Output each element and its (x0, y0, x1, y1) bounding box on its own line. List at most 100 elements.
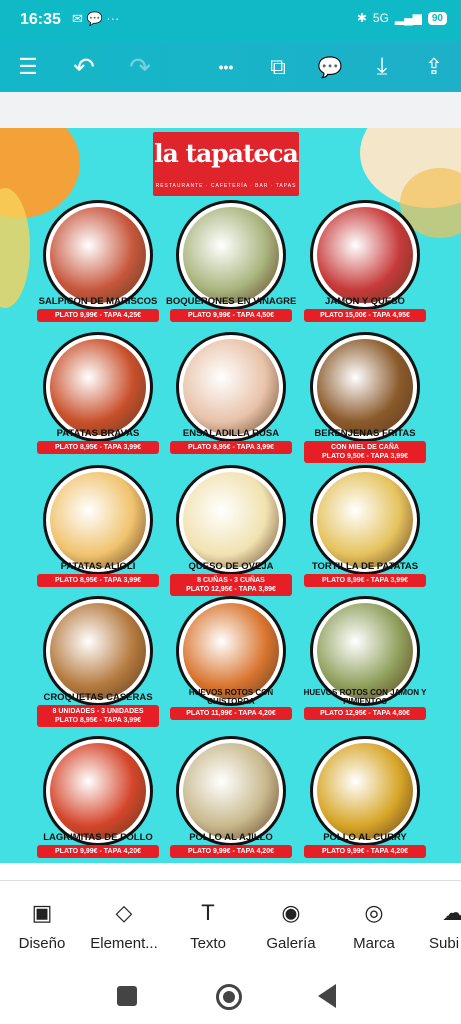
duplicate-page-button[interactable]: ⧉ (262, 52, 294, 82)
dish-photo (310, 465, 420, 575)
dish-item[interactable]: PATATAS ALIOLI PLATO 8,95€ - TAPA 3,99€ (33, 465, 163, 587)
dish-price-line: PLATO 9,50€ - TAPA 3,99€ (322, 453, 408, 460)
more-options-button[interactable]: ••• (210, 52, 242, 82)
dish-price-line: PLATO 12,95€ - TAPA 4,80€ (320, 710, 410, 717)
dish-photo (310, 736, 420, 846)
dish-photo-fill (317, 743, 413, 839)
dish-item[interactable]: QUESO DE OVEJA 8 CUÑAS - 3 CUÑAS PLATO 12,… (166, 465, 296, 596)
dish-price-line: 8 CUÑAS - 3 CUÑAS (197, 577, 265, 584)
dish-photo (43, 596, 153, 706)
dish-price-line: PLATO 9,99€ - TAPA 4,20€ (322, 848, 408, 855)
dish-price-line: PLATO 15,00€ - TAPA 4,95€ (320, 312, 410, 319)
tool-icon: ◉ (281, 900, 301, 925)
dish-photo-fill (50, 207, 146, 303)
dish-price-line: 8 UNIDADES - 3 UNIDADES (52, 708, 144, 715)
canvas-margin (0, 92, 461, 128)
dish-item[interactable]: BOQUERONES EN VINAGRE PLATO 9,99€ - TAPA … (166, 200, 296, 322)
dish-photo (176, 465, 286, 575)
home-dot-icon (223, 991, 235, 1003)
dish-price-tag: PLATO 8,95€ - TAPA 3,99€ (170, 441, 292, 454)
dish-photo-fill (317, 472, 413, 568)
signal-icon: ▂▄▆ (394, 11, 422, 25)
tool-galería[interactable]: ◉ Galería (246, 899, 336, 952)
dish-item[interactable]: ENSALADILLA RUSA PLATO 8,95€ - TAPA 3,99€ (166, 332, 296, 454)
tool-diseño[interactable]: ▣ Diseño (0, 899, 87, 952)
dish-photo (43, 332, 153, 442)
dish-item[interactable]: PATATAS BRAVAS PLATO 8,95€ - TAPA 3,99€ (33, 332, 163, 454)
dish-item[interactable]: CROQUETAS CASERAS 8 UNIDADES - 3 UNIDADES… (33, 596, 163, 727)
undo-button[interactable]: ↶ (68, 52, 100, 82)
redo-button[interactable]: ↷ (124, 52, 156, 82)
status-bar: 16:35 ✉ 💬 ··· ✱ 5G ▂▄▆ 90 (0, 0, 461, 42)
tool-texto[interactable]: T Texto (163, 899, 253, 952)
dish-name: POLLO AL CURRY (323, 832, 407, 843)
dish-name: CROQUETAS CASERAS (43, 692, 153, 703)
dish-name: BOQUERONES EN VINAGRE (166, 296, 296, 307)
dish-price-line: PLATO 8,95€ - TAPA 3,99€ (188, 444, 274, 451)
download-button[interactable]: ⤓ (366, 52, 398, 82)
tool-subi[interactable]: ☁ Subi (410, 899, 461, 952)
dish-item[interactable]: POLLO AL AJILLO PLATO 9,99€ - TAPA 4,20€ (166, 736, 296, 858)
dish-price-tag: PLATO 11,99€ - TAPA 4,20€ (170, 707, 292, 720)
tool-label: Texto (190, 935, 226, 952)
logo-subtitle: RESTAURANTE · CAFETERÍA · BAR · TAPAS (155, 183, 297, 189)
dish-name: TORTILLA DE PATATAS (311, 561, 419, 572)
dish-price-tag: PLATO 9,99€ - TAPA 4,20€ (170, 845, 292, 858)
dish-item[interactable]: SALPICON DE MARISCOS PLATO 9,99€ - TAPA 4… (33, 200, 163, 322)
dish-price-line: PLATO 11,99€ - TAPA 4,20€ (186, 710, 276, 717)
dish-photo (43, 736, 153, 846)
logo-name: la tapateca (154, 139, 299, 168)
dish-price-tag: PLATO 9,99€ - TAPA 4,20€ (304, 845, 426, 858)
dish-name: LAGRIMITAS DE POLLO (43, 832, 153, 843)
dish-price-tag: PLATO 12,95€ - TAPA 4,80€ (304, 707, 426, 720)
dish-photo-fill (50, 603, 146, 699)
tool-label: Diseño (18, 935, 66, 952)
dish-name: HUEVOS ROTOS CON CHISTORRA (188, 688, 274, 706)
bluetooth-icon: ✱ (356, 11, 367, 25)
dish-item[interactable]: TORTILLA DE PATATAS PLATO 8,99€ - TAPA 3,… (300, 465, 430, 587)
tool-icon: ◎ (364, 900, 384, 925)
dish-photo (310, 332, 420, 442)
tool-marca[interactable]: ◎ Marca (329, 899, 419, 952)
dish-item[interactable]: HUEVOS ROTOS CON JAMON Y PIMIENTOS PLATO … (300, 596, 430, 720)
dish-item[interactable]: JAMON Y QUESO PLATO 15,00€ - TAPA 4,95€ (300, 200, 430, 322)
dish-price-line: PLATO 9,99€ - TAPA 4,20€ (188, 848, 274, 855)
back-button[interactable] (318, 984, 336, 1008)
dish-photo (176, 200, 286, 310)
dish-price-tag: PLATO 8,95€ - TAPA 3,99€ (37, 441, 159, 454)
dish-photo-fill (183, 472, 279, 568)
dish-price-line: PLATO 8,99€ - TAPA 3,99€ (322, 577, 408, 584)
battery-icon: 90 (427, 11, 447, 25)
dish-price-tag: PLATO 9,99€ - TAPA 4,20€ (37, 845, 159, 858)
dish-price-line: PLATO 8,95€ - TAPA 3,99€ (55, 577, 141, 584)
dish-photo-fill (50, 339, 146, 435)
dish-price-tag: PLATO 15,00€ - TAPA 4,95€ (304, 309, 426, 322)
dish-price-line: PLATO 9,99€ - TAPA 4,50€ (188, 312, 274, 319)
comment-button[interactable]: 💬 (314, 52, 346, 82)
tool-element[interactable]: ◇ Element... (79, 899, 169, 952)
menu-button[interactable]: ☰ (12, 52, 44, 82)
tool-icon: T (201, 900, 215, 925)
dish-photo (43, 465, 153, 575)
dish-price-line: PLATO 9,99€ - TAPA 4,20€ (55, 848, 141, 855)
menu-design[interactable]: la tapateca RESTAURANTE · CAFETERÍA · BA… (0, 128, 461, 863)
dish-name: POLLO AL AJILLO (189, 832, 273, 843)
dish-item[interactable]: HUEVOS ROTOS CON CHISTORRA PLATO 11,99€ -… (166, 596, 296, 720)
dish-photo-fill (317, 603, 413, 699)
dish-item[interactable]: BERENJENAS FRITAS CON MIEL DE CAÑA PLATO 9… (300, 332, 430, 463)
dish-item[interactable]: POLLO AL CURRY PLATO 9,99€ - TAPA 4,20€ (300, 736, 430, 858)
restaurant-logo: la tapateca RESTAURANTE · CAFETERÍA · BA… (153, 132, 299, 196)
recents-button[interactable] (117, 986, 137, 1006)
dish-item[interactable]: LAGRIMITAS DE POLLO PLATO 9,99€ - TAPA 4,… (33, 736, 163, 858)
dish-price-line: CON MIEL DE CAÑA (331, 444, 399, 451)
tool-label: Marca (353, 935, 395, 952)
home-button[interactable] (216, 984, 242, 1010)
dish-name: PATATAS ALIOLI (60, 561, 136, 572)
tool-label: Galería (266, 935, 316, 952)
share-button[interactable]: ⇪ (418, 52, 450, 82)
dish-name: BERENJENAS FRITAS (314, 428, 416, 439)
dish-photo-fill (50, 472, 146, 568)
dish-name: PATATAS BRAVAS (56, 428, 140, 439)
dish-name: ENSALADILLA RUSA (182, 428, 280, 439)
system-nav-bar (0, 970, 461, 1024)
